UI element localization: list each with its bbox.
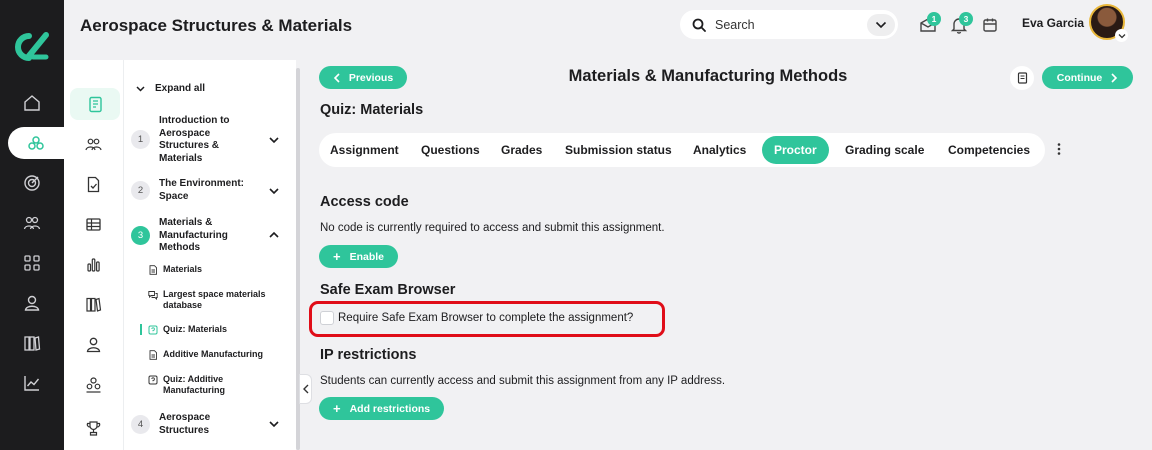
bar-chart-icon[interactable] (64, 248, 122, 280)
outline-item-additive[interactable]: Additive Manufacturing (140, 349, 290, 360)
seb-checkbox[interactable] (320, 311, 334, 325)
access-code-description: No code is currently required to access … (320, 222, 665, 234)
inbox-count-badge: 1 (927, 12, 941, 26)
outline-module-2[interactable]: The Environment: Space (159, 178, 259, 203)
chat-icon (148, 291, 158, 300)
notebook-icon (1017, 72, 1027, 84)
search-icon (692, 18, 706, 32)
target-icon[interactable] (0, 167, 64, 199)
bell-count-badge: 3 (959, 12, 973, 26)
outline-item-quiz-additive[interactable]: Quiz: Additive Manufacturing (140, 374, 245, 396)
assignment-icon[interactable] (64, 168, 122, 200)
plus-icon: + (333, 401, 341, 416)
content-icon[interactable] (70, 88, 120, 120)
chevron-down-icon[interactable] (268, 185, 280, 197)
trophy-icon[interactable] (64, 412, 122, 444)
chevron-down-icon[interactable] (268, 418, 280, 430)
chevron-left-icon (333, 72, 340, 83)
continue-label: Continue (1056, 71, 1103, 84)
tab-analytics[interactable]: Analytics (693, 133, 746, 167)
tab-competencies[interactable]: Competencies (948, 133, 1030, 167)
outline-module-3[interactable]: Materials & Manufacturing Methods (159, 217, 259, 255)
document-icon (149, 265, 157, 275)
tab-grading-scale[interactable]: Grading scale (845, 133, 924, 167)
module-number: 1 (131, 130, 150, 149)
expand-all-toggle[interactable]: Expand all (136, 83, 205, 94)
ip-description: Students can currently access and submit… (320, 375, 726, 387)
chevron-down-icon (875, 21, 887, 28)
access-code-heading: Access code (320, 194, 409, 210)
outline-item-label: Quiz: Materials (163, 324, 228, 334)
previous-label: Previous (348, 71, 394, 84)
outline-module-4[interactable]: Aerospace Structures (159, 412, 259, 437)
outline-item-label: Materials (163, 264, 203, 274)
user-menu-chevron-icon[interactable] (1115, 29, 1128, 42)
outline-item-materials[interactable]: Materials (140, 264, 290, 275)
search-input[interactable]: Search (680, 10, 898, 39)
quiz-icon (148, 325, 158, 335)
tab-grades[interactable]: Grades (501, 133, 542, 167)
participants-icon[interactable] (64, 128, 122, 160)
search-scope-dropdown[interactable] (867, 13, 895, 36)
module-number: 4 (131, 415, 150, 434)
module-number: 3 (131, 226, 150, 245)
user-icon[interactable] (0, 287, 64, 319)
teams-icon[interactable] (64, 368, 122, 400)
ip-heading: IP restrictions (320, 347, 417, 363)
user-name[interactable]: Eva Garcia (1022, 16, 1084, 30)
tab-submission-status[interactable]: Submission status (565, 133, 672, 167)
chevron-right-icon (1111, 72, 1118, 83)
analytics-icon[interactable] (0, 367, 64, 399)
chevron-down-icon (136, 85, 145, 92)
outline-item-label: Quiz: Additive Manufacturing (163, 374, 225, 395)
home-icon[interactable] (0, 87, 64, 119)
chevron-up-icon[interactable] (268, 229, 280, 241)
outline-item-database[interactable]: Largest space materials database (140, 289, 290, 311)
continue-button[interactable]: Continue (1042, 66, 1133, 89)
collapse-outline-button[interactable] (299, 374, 312, 404)
app-title: Aerospace Structures & Materials (80, 16, 353, 35)
chevron-down-icon[interactable] (268, 134, 280, 146)
chevron-left-icon (302, 384, 308, 394)
app-logo-icon[interactable] (12, 30, 52, 64)
more-options-icon[interactable] (1053, 141, 1065, 157)
tab-questions[interactable]: Questions (421, 133, 480, 167)
outline-module-1[interactable]: Introduction to Aerospace Structures & M… (159, 115, 259, 165)
module-number: 2 (131, 181, 150, 200)
calendar-icon[interactable] (981, 16, 999, 34)
apps-icon[interactable] (0, 247, 64, 279)
outline-item-label: Additive Manufacturing (163, 349, 264, 359)
library-icon[interactable] (0, 327, 64, 359)
seb-heading: Safe Exam Browser (320, 282, 456, 298)
course-tools-panel (64, 60, 124, 450)
page-title: Materials & Manufacturing Methods (568, 67, 848, 85)
assignment-tabs: Assignment Questions Grades Submission s… (319, 133, 1045, 167)
plus-icon: + (333, 249, 341, 264)
profile-icon[interactable] (64, 328, 122, 360)
expand-all-label: Expand all (155, 83, 206, 94)
enable-button[interactable]: + Enable (319, 245, 399, 268)
tab-proctor[interactable]: Proctor (762, 136, 829, 164)
outline-item-label: Largest space materials database (163, 289, 266, 310)
outline-item-quiz-materials[interactable]: Quiz: Materials (140, 324, 290, 335)
courses-icon[interactable] (8, 127, 64, 159)
seb-checkbox-label[interactable]: Require Safe Exam Browser to complete th… (338, 312, 633, 324)
previous-button[interactable]: Previous (319, 66, 407, 89)
tab-assignment[interactable]: Assignment (330, 133, 399, 167)
main-rail (0, 0, 64, 450)
quiz-icon (148, 375, 158, 385)
groups-icon[interactable] (0, 207, 64, 239)
notebook-button[interactable] (1010, 66, 1034, 90)
library-books-icon[interactable] (64, 288, 122, 320)
gradebook-icon[interactable] (64, 208, 122, 240)
add-restrictions-label: Add restrictions (349, 402, 431, 415)
enable-label: Enable (349, 250, 385, 263)
document-icon (149, 350, 157, 360)
assignment-title: Quiz: Materials (320, 102, 424, 118)
add-restrictions-button[interactable]: + Add restrictions (319, 397, 445, 420)
search-placeholder: Search (715, 17, 755, 32)
